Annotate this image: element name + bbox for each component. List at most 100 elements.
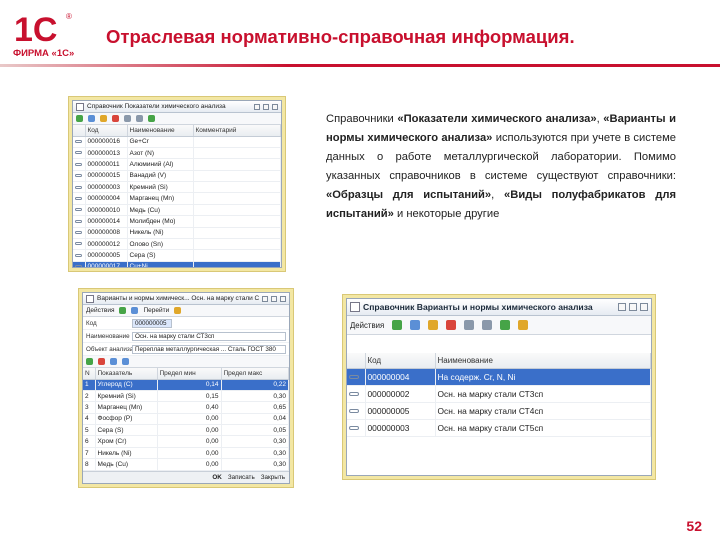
table-row[interactable]: 000000002 Осн. на марку стали СТ3сп	[347, 385, 651, 403]
code-cell[interactable]: 000000016	[85, 136, 128, 148]
column-header-code[interactable]: Код	[365, 353, 436, 369]
n-cell[interactable]: 3	[83, 401, 96, 414]
n-cell[interactable]: 6	[83, 435, 96, 448]
table-row[interactable]: 8 Медь (Cu) 0,00 0,30	[83, 458, 289, 471]
min-cell[interactable]: 0,00	[157, 413, 222, 426]
maximize-icon[interactable]	[271, 295, 277, 302]
column-header-min[interactable]: Предел мин	[157, 368, 222, 380]
table-row[interactable]: 5 Сера (S) 0,00 0,05	[83, 424, 289, 437]
comment-cell[interactable]	[193, 170, 281, 183]
code-field[interactable]: 000000005	[132, 318, 172, 328]
min-cell[interactable]: 0,00	[157, 447, 222, 460]
code-cell[interactable]: 000000003	[85, 181, 128, 194]
n-cell[interactable]: 7	[83, 447, 96, 460]
code-cell[interactable]: 000000002	[365, 385, 436, 403]
min-cell[interactable]: 0,40	[157, 401, 222, 414]
actions-menu[interactable]: Действия	[86, 307, 114, 314]
delete-row-icon[interactable]	[98, 358, 105, 365]
n-cell[interactable]: 2	[83, 390, 96, 403]
move-up-icon[interactable]	[110, 358, 117, 365]
indicator-cell[interactable]: Углерод (C)	[95, 379, 158, 391]
name-field[interactable]: Осн. на марку стали СТ3сп	[132, 331, 286, 341]
comment-cell[interactable]	[193, 136, 281, 148]
n-cell[interactable]: 5	[83, 424, 96, 437]
code-cell[interactable]: 000000017	[85, 261, 128, 267]
minimize-icon[interactable]	[618, 303, 626, 311]
code-cell[interactable]: 000000004	[365, 368, 436, 386]
code-cell[interactable]: 000000012	[85, 238, 128, 251]
indicator-cell[interactable]: Никель (Ni)	[95, 447, 158, 460]
code-cell[interactable]: 000000015	[85, 170, 128, 183]
max-cell[interactable]: 0,05	[221, 424, 289, 437]
help-icon[interactable]	[518, 320, 529, 330]
min-cell[interactable]: 0,00	[157, 435, 222, 448]
name-cell[interactable]: Осн. на марку стали СТ4сп	[435, 402, 651, 420]
ok-button[interactable]: OK	[212, 474, 221, 481]
column-header-max[interactable]: Предел макс	[221, 368, 289, 380]
name-cell[interactable]: Олово (Sn)	[127, 238, 194, 251]
indicator-cell[interactable]: Марганец (Mn)	[95, 401, 158, 414]
code-cell[interactable]: 000000005	[365, 402, 436, 420]
name-cell[interactable]: Ванадий (V)	[127, 170, 194, 183]
goto-menu[interactable]: Перейти	[143, 307, 169, 314]
copy-icon[interactable]	[410, 320, 421, 330]
close-icon[interactable]	[272, 103, 278, 110]
min-cell[interactable]: 0,14	[157, 379, 222, 391]
comment-cell[interactable]	[193, 192, 281, 205]
indicator-cell[interactable]: Медь (Cu)	[95, 458, 158, 471]
code-cell[interactable]: 000000013	[85, 147, 128, 160]
minimize-icon[interactable]	[262, 295, 268, 302]
table-row[interactable]: 4 Фосфор (P) 0,00 0,04	[83, 413, 289, 426]
table-row[interactable]: 000000005 Осн. на марку стали СТ4сп	[347, 402, 651, 420]
comment-cell[interactable]	[193, 181, 281, 194]
column-header-name[interactable]: Наименование	[127, 125, 194, 137]
help-icon[interactable]	[174, 307, 182, 314]
column-header-comment[interactable]: Комментарий	[193, 125, 281, 137]
name-cell[interactable]: Сера (S)	[127, 249, 194, 262]
table-row[interactable]: 000000017 Cu+Ni	[73, 261, 281, 267]
comment-cell[interactable]	[193, 158, 281, 171]
name-cell[interactable]: Кремний (Si)	[127, 181, 194, 194]
table-row[interactable]: 7 Никель (Ni) 0,00 0,30	[83, 447, 289, 460]
min-cell[interactable]: 0,00	[157, 424, 222, 437]
filter-icon[interactable]	[464, 320, 475, 330]
n-cell[interactable]: 4	[83, 413, 96, 426]
table-row[interactable]: 000000014 Молибден (Mo)	[73, 215, 281, 228]
max-cell[interactable]: 0,04	[221, 413, 289, 426]
table-row[interactable]: 000000003 Кремний (Si)	[73, 181, 281, 194]
save-button[interactable]: Записать	[228, 474, 255, 481]
copy-icon[interactable]	[88, 115, 95, 122]
table-row[interactable]: 000000005 Сера (S)	[73, 249, 281, 262]
table-row[interactable]: 2 Кремний (Si) 0,15 0,30	[83, 390, 289, 403]
comment-cell[interactable]	[193, 227, 281, 240]
comment-cell[interactable]	[193, 238, 281, 251]
code-cell[interactable]: 000000003	[365, 419, 436, 437]
table-row[interactable]: 000000008 Никель (Ni)	[73, 227, 281, 240]
indicator-cell[interactable]: Хром (Cr)	[95, 435, 158, 448]
code-cell[interactable]: 000000010	[85, 204, 128, 217]
table-row[interactable]: 6 Хром (Cr) 0,00 0,30	[83, 435, 289, 448]
n-cell[interactable]: 1	[83, 379, 96, 391]
code-cell[interactable]: 000000008	[85, 227, 128, 240]
add-icon[interactable]	[392, 320, 403, 330]
filter-icon[interactable]	[124, 115, 131, 122]
name-cell[interactable]: Медь (Cu)	[127, 204, 194, 217]
edit-icon[interactable]	[428, 320, 439, 330]
save-icon[interactable]	[119, 307, 127, 314]
max-cell[interactable]: 0,65	[221, 401, 289, 414]
table-row[interactable]: 1 Углерод (C) 0,14 0,22	[83, 379, 289, 391]
close-icon[interactable]	[640, 303, 648, 311]
table-row[interactable]: 000000011 Алюминий (Al)	[73, 158, 281, 171]
name-cell[interactable]: На содерж. Cr, N, Ni	[435, 368, 651, 386]
max-cell[interactable]: 0,30	[221, 435, 289, 448]
print-icon[interactable]	[131, 307, 139, 314]
name-cell[interactable]: Cu+Ni	[127, 261, 194, 267]
table-row[interactable]: 000000016 Ge+Cr	[73, 136, 281, 148]
column-header-code[interactable]: Код	[85, 125, 128, 137]
max-cell[interactable]: 0,22	[221, 379, 289, 391]
maximize-icon[interactable]	[263, 103, 269, 110]
code-cell[interactable]: 000000005	[85, 249, 128, 262]
name-cell[interactable]: Молибден (Mo)	[127, 215, 194, 228]
max-cell[interactable]: 0,30	[221, 447, 289, 460]
indicator-cell[interactable]: Сера (S)	[95, 424, 158, 437]
